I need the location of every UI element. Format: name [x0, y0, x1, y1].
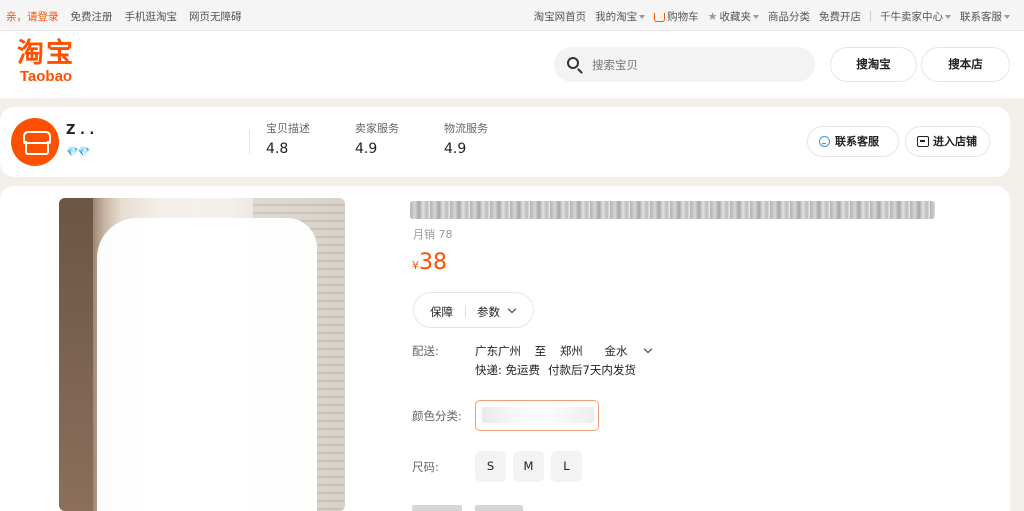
login-link[interactable]: 亲，请登录	[6, 9, 59, 24]
image-redacted	[97, 218, 317, 511]
my-taobao-link[interactable]: 我的淘宝	[595, 9, 646, 24]
size-option-l[interactable]: L	[551, 451, 582, 482]
metric-value: 4.8	[266, 141, 289, 157]
shop-name[interactable]: Z . .	[66, 123, 94, 138]
search-icon	[567, 57, 579, 69]
home-link[interactable]: 淘宝网首页	[534, 9, 587, 24]
chevron-down-icon	[1004, 15, 1010, 19]
info-tabs: 保障 参数	[413, 292, 534, 328]
chevron-down-icon	[945, 15, 951, 19]
register-link[interactable]: 免费注册	[71, 9, 113, 24]
divider	[465, 305, 466, 317]
color-option-redacted	[482, 407, 594, 423]
metric-value: 4.9	[444, 141, 467, 157]
product-price: ¥38	[412, 250, 447, 275]
search-input[interactable]	[592, 47, 802, 82]
seller-center-link[interactable]: 千牛卖家中心	[880, 9, 951, 24]
cart-link[interactable]: 购物车	[654, 9, 699, 24]
color-option-selected[interactable]	[475, 400, 599, 431]
color-label: 颜色分类:	[412, 409, 462, 423]
categories-link[interactable]: 商品分类	[768, 9, 810, 24]
chevron-down-icon	[753, 15, 759, 19]
price-value: 38	[419, 250, 447, 275]
district: 金水	[604, 344, 628, 358]
cut-off-value	[475, 505, 523, 511]
express-fee: 快递: 免运费	[475, 363, 541, 377]
monthly-sales: 月销 78	[413, 228, 453, 241]
size-option-m[interactable]: M	[513, 451, 544, 482]
divider	[870, 11, 871, 22]
metric-label: 物流服务	[444, 122, 488, 135]
seller-center-label: 千牛卖家中心	[880, 11, 943, 23]
dispatch-time: 付款后7天内发货	[548, 363, 636, 377]
tab-params[interactable]: 参数	[477, 304, 500, 320]
favorites-link[interactable]: ★ 收藏夹	[708, 9, 759, 24]
search-bar[interactable]	[554, 47, 815, 82]
top-bar: 亲，请登录 免费注册 手机逛淘宝 网页无障碍 淘宝网首页 我的淘宝 购物车 ★ 收…	[0, 0, 1024, 31]
metric-label: 宝贝描述	[266, 122, 310, 135]
search-store-button[interactable]: 搜本店	[921, 47, 1010, 82]
service-label: 联系客服	[960, 11, 1002, 23]
size-option-s[interactable]: S	[475, 451, 506, 482]
product-title-redacted	[410, 201, 935, 219]
cut-off-label	[412, 505, 462, 511]
enter-store-label: 进入店铺	[933, 135, 977, 148]
service-link[interactable]: 联系客服	[960, 9, 1010, 24]
chevron-down-icon	[639, 15, 646, 19]
ship-from: 广东广州	[475, 344, 521, 358]
ship-to-word: 至	[534, 344, 547, 358]
tab-guarantee[interactable]: 保障	[430, 304, 453, 320]
chevron-down-icon[interactable]	[643, 344, 653, 354]
shipping-details: 快递: 免运费 付款后7天内发货	[475, 362, 636, 378]
size-label: 尺码:	[412, 460, 439, 474]
metric-description: 宝贝描述 4.8	[266, 122, 310, 160]
product-main-image[interactable]	[59, 198, 345, 511]
shipping-label: 配送:	[412, 344, 439, 358]
metric-value: 4.9	[355, 141, 378, 157]
cart-icon	[654, 12, 666, 22]
logo-cn: 淘宝	[17, 38, 75, 69]
taobao-logo[interactable]: 淘宝 Taobao	[9, 39, 83, 91]
my-taobao-label: 我的淘宝	[595, 11, 638, 23]
price-currency: ¥	[412, 259, 419, 272]
shipping-route[interactable]: 广东广州 至 郑州 金水	[475, 343, 661, 359]
store-icon	[917, 136, 929, 147]
contact-service-button[interactable]: 联系客服	[807, 126, 899, 157]
search-taobao-button[interactable]: 搜淘宝	[830, 47, 917, 82]
diamond-rank-icon: 💎💎	[66, 147, 90, 158]
cart-label: 购物车	[667, 11, 699, 23]
open-shop-link[interactable]: 免费开店	[819, 9, 861, 24]
customer-service-icon	[819, 136, 830, 147]
image-door	[59, 198, 93, 511]
metric-label: 卖家服务	[355, 122, 399, 135]
metric-logistics: 物流服务 4.9	[444, 122, 488, 160]
accessibility-link[interactable]: 网页无障碍	[189, 9, 242, 24]
enter-store-button[interactable]: 进入店铺	[905, 126, 990, 157]
mobile-link[interactable]: 手机逛淘宝	[125, 9, 178, 24]
shop-card: Z . . 💎💎 宝贝描述 4.8 卖家服务 4.9 物流服务 4.9 联系客服…	[0, 107, 1010, 177]
logo-en: Taobao	[19, 68, 73, 85]
shop-avatar[interactable]	[11, 118, 59, 166]
ship-to: 郑州	[559, 344, 583, 358]
chevron-down-icon[interactable]	[507, 304, 517, 314]
star-icon: ★	[707, 10, 718, 23]
contact-service-label: 联系客服	[835, 135, 879, 148]
divider	[249, 130, 250, 154]
favorites-label: 收藏夹	[719, 11, 752, 23]
metric-service: 卖家服务 4.9	[355, 122, 399, 160]
header: 淘宝 Taobao 搜淘宝 搜本店	[0, 31, 1024, 98]
